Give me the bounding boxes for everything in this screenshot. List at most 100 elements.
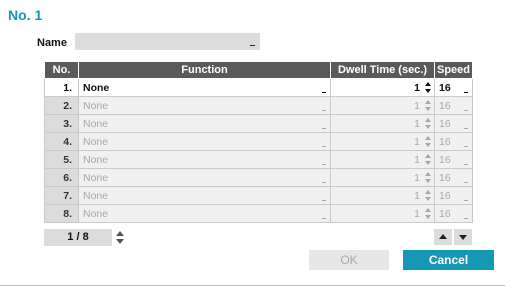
table-row[interactable]: 2. None 1 16 [44, 96, 473, 115]
dwell-value: 1 [414, 135, 420, 148]
table-row[interactable]: 4. None 1 16 [44, 132, 473, 151]
dwell-stepper[interactable]: 1 [330, 186, 435, 205]
speed-value: 16 [439, 81, 451, 94]
function-select[interactable]: None [78, 150, 331, 169]
speed-select[interactable]: 16 [434, 96, 473, 115]
dwell-stepper[interactable]: 1 [330, 150, 435, 169]
table-row[interactable]: 6. None 1 16 [44, 168, 473, 187]
table-row[interactable]: 5. None 1 16 [44, 150, 473, 169]
row-number: 1. [44, 78, 79, 97]
dwell-stepper[interactable]: 1 [330, 96, 435, 115]
table-row[interactable]: 1. None 1 16 [44, 78, 473, 97]
row-number: 7. [44, 186, 79, 205]
up-down-spinner-icon[interactable] [425, 172, 431, 183]
function-select[interactable]: None [78, 114, 331, 133]
function-select[interactable]: None [78, 204, 331, 223]
dropdown-caret-icon [464, 146, 468, 147]
dialog-divider [0, 285, 505, 286]
col-header-no: No. [44, 61, 79, 79]
name-label: Name [37, 37, 67, 49]
up-down-spinner-icon[interactable] [425, 208, 431, 219]
speed-select[interactable]: 16 [434, 150, 473, 169]
row-number: 8. [44, 204, 79, 223]
move-down-button[interactable] [454, 229, 472, 245]
dwell-value: 1 [414, 99, 420, 112]
dwell-stepper[interactable]: 1 [330, 114, 435, 133]
row-number: 2. [44, 96, 79, 115]
up-down-spinner-icon[interactable] [425, 118, 431, 129]
function-value: None [83, 81, 110, 94]
col-header-dwell: Dwell Time (sec.) [330, 61, 435, 79]
function-select[interactable]: None [78, 78, 331, 97]
function-select[interactable]: None [78, 132, 331, 151]
speed-value: 16 [439, 171, 451, 184]
dropdown-caret-icon [464, 164, 468, 165]
preset-tour-dialog: No. 1 Name No. Function Dwell Time (sec.… [0, 0, 505, 292]
page-spinner-icon[interactable] [116, 230, 124, 245]
dwell-value: 1 [414, 189, 420, 202]
dropdown-caret-icon [464, 110, 468, 111]
function-select[interactable]: None [78, 186, 331, 205]
row-number: 3. [44, 114, 79, 133]
col-header-speed: Speed [434, 61, 473, 79]
up-down-spinner-icon[interactable] [425, 136, 431, 147]
function-value: None [83, 135, 109, 148]
dropdown-caret-icon [322, 164, 326, 165]
speed-select[interactable]: 16 [434, 204, 473, 223]
speed-select[interactable]: 16 [434, 132, 473, 151]
col-header-function: Function [78, 61, 331, 79]
up-down-spinner-icon[interactable] [425, 154, 431, 165]
dropdown-caret-icon [322, 128, 326, 129]
function-value: None [83, 117, 109, 130]
row-number: 6. [44, 168, 79, 187]
dwell-value: 1 [414, 117, 420, 130]
dropdown-caret-icon [464, 182, 468, 183]
speed-select[interactable]: 16 [434, 78, 473, 97]
dropdown-caret-icon [322, 92, 326, 93]
speed-select[interactable]: 16 [434, 186, 473, 205]
dwell-value: 1 [414, 171, 420, 184]
cancel-button[interactable]: Cancel [403, 250, 494, 270]
speed-select[interactable]: 16 [434, 168, 473, 187]
page-indicator: 1 / 8 [44, 229, 112, 246]
arrow-up-icon [439, 234, 447, 239]
dwell-value: 1 [414, 153, 420, 166]
function-value: None [83, 189, 109, 202]
table-row[interactable]: 8. None 1 16 [44, 204, 473, 223]
dropdown-caret-icon [322, 200, 326, 201]
tour-table: No. Function Dwell Time (sec.) Speed 1. … [44, 61, 473, 223]
up-down-spinner-icon[interactable] [425, 82, 431, 93]
dwell-stepper[interactable]: 1 [330, 78, 435, 97]
dropdown-caret-icon [464, 200, 468, 201]
ok-button[interactable]: OK [309, 250, 389, 270]
function-select[interactable]: None [78, 96, 331, 115]
up-down-spinner-icon[interactable] [425, 190, 431, 201]
speed-select[interactable]: 16 [434, 114, 473, 133]
dropdown-caret-icon [464, 218, 468, 219]
up-down-spinner-icon[interactable] [425, 100, 431, 111]
dwell-stepper[interactable]: 1 [330, 168, 435, 187]
dwell-stepper[interactable]: 1 [330, 204, 435, 223]
speed-value: 16 [439, 153, 451, 166]
dropdown-caret-icon [322, 182, 326, 183]
speed-value: 16 [439, 99, 451, 112]
function-value: None [83, 171, 109, 184]
speed-value: 16 [439, 189, 451, 202]
speed-value: 16 [439, 207, 451, 220]
move-up-button[interactable] [434, 229, 452, 245]
dwell-stepper[interactable]: 1 [330, 132, 435, 151]
dropdown-caret-icon [322, 146, 326, 147]
name-input[interactable] [75, 33, 260, 50]
function-value: None [83, 153, 109, 166]
edit-caret-icon [250, 45, 255, 46]
arrow-down-icon [459, 235, 467, 240]
speed-value: 16 [439, 117, 451, 130]
dropdown-caret-icon [464, 128, 468, 129]
dropdown-caret-icon [322, 218, 326, 219]
function-select[interactable]: None [78, 168, 331, 187]
dialog-title: No. 1 [8, 7, 43, 23]
dropdown-caret-icon [464, 92, 468, 93]
dwell-value: 1 [414, 207, 420, 220]
table-row[interactable]: 3. None 1 16 [44, 114, 473, 133]
table-row[interactable]: 7. None 1 16 [44, 186, 473, 205]
